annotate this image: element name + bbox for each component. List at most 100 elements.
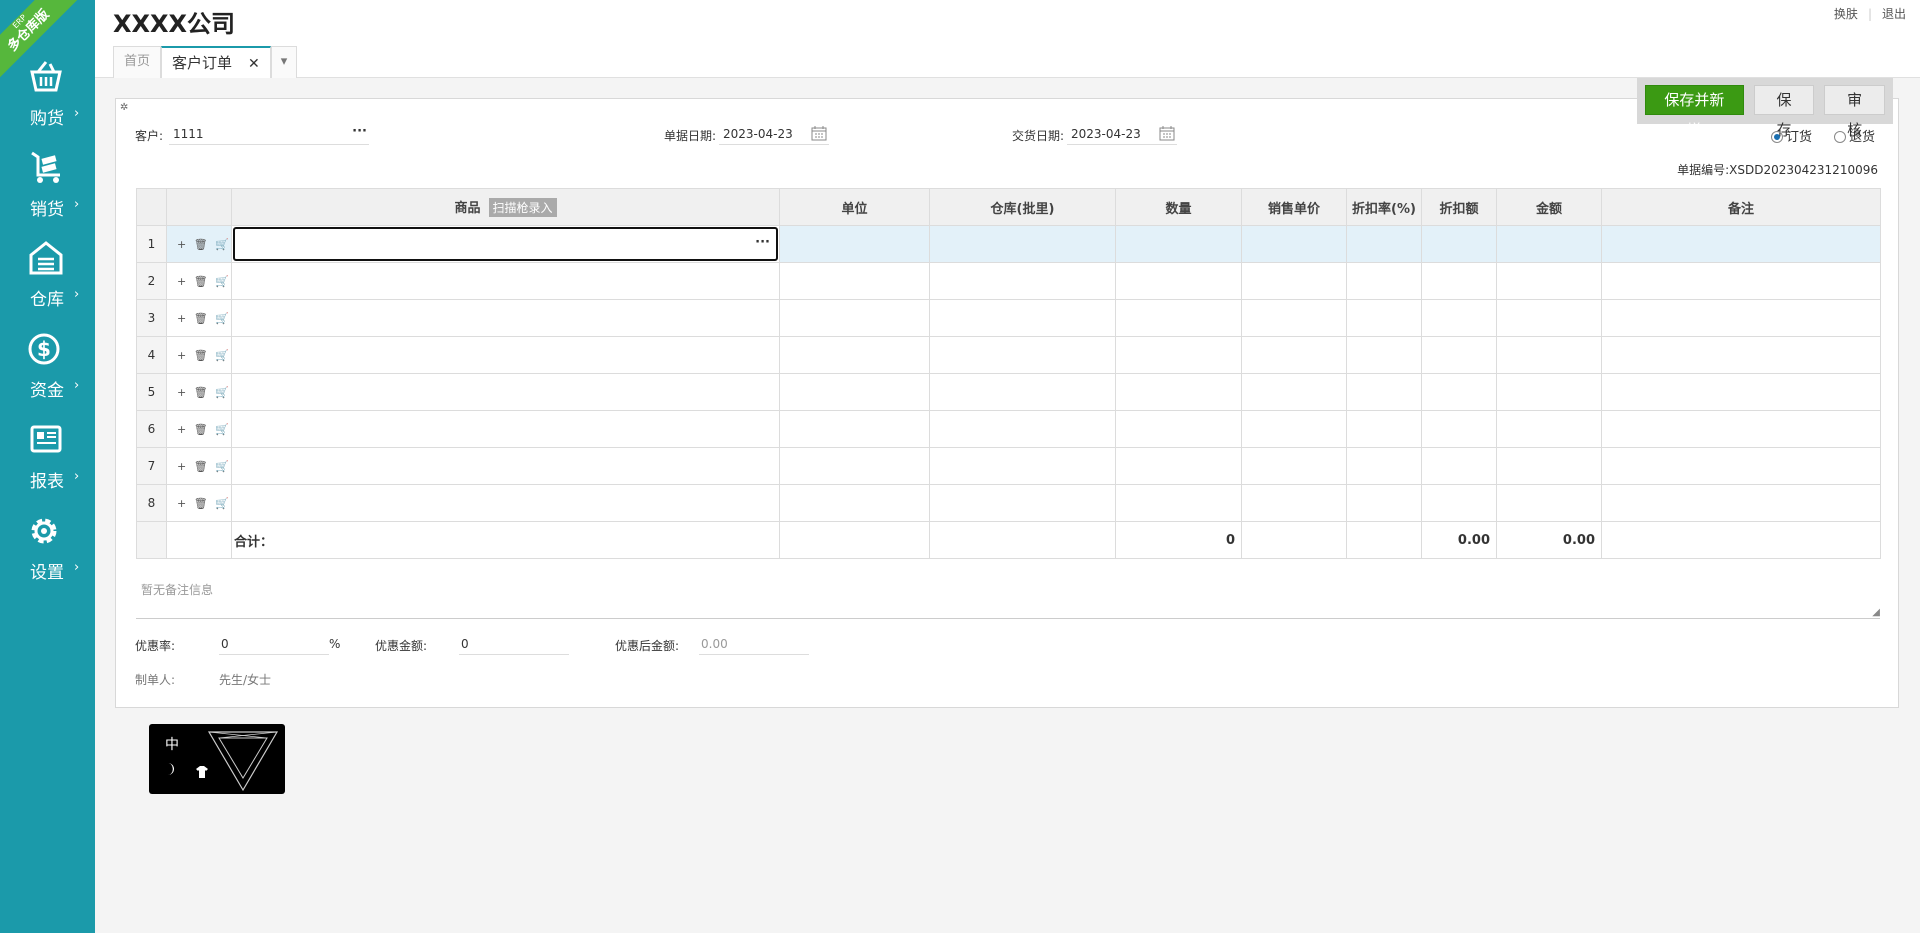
- row-actions[interactable]: + 🗑 🛒: [166, 336, 232, 374]
- table-row[interactable]: 3 + 🗑 🛒: [136, 299, 1881, 337]
- table-cell[interactable]: [1241, 299, 1347, 337]
- table-cell[interactable]: [1115, 484, 1242, 522]
- table-row[interactable]: 5 + 🗑 🛒: [136, 373, 1881, 411]
- table-cell[interactable]: [1115, 262, 1242, 300]
- radio-order[interactable]: 订货: [1771, 126, 1812, 145]
- product-cell-editor[interactable]: ···: [231, 225, 780, 263]
- table-cell[interactable]: [929, 484, 1116, 522]
- table-cell[interactable]: [929, 299, 1116, 337]
- column-header-warehouse[interactable]: 仓库(批里): [929, 188, 1116, 226]
- column-header-unit-price[interactable]: 销售单价: [1241, 188, 1347, 226]
- bill-date-field[interactable]: 2023-04-23: [719, 125, 829, 145]
- table-cell[interactable]: [1496, 447, 1602, 485]
- table-cell[interactable]: [1496, 225, 1602, 263]
- table-cell[interactable]: [1241, 484, 1347, 522]
- table-cell[interactable]: [1496, 262, 1602, 300]
- table-cell[interactable]: [929, 373, 1116, 411]
- sidebar-item-settings[interactable]: 设置 ›: [0, 514, 95, 594]
- tab-customer-order[interactable]: 客户订单 ✕: [161, 46, 271, 78]
- table-cell[interactable]: [1241, 447, 1347, 485]
- table-row[interactable]: 6 + 🗑 🛒: [136, 410, 1881, 448]
- table-cell[interactable]: [1346, 225, 1422, 263]
- table-cell[interactable]: [1601, 447, 1881, 485]
- sidebar-item-sales[interactable]: 销货 ›: [0, 151, 95, 231]
- table-cell[interactable]: [779, 373, 930, 411]
- column-header-discount-amount[interactable]: 折扣额: [1421, 188, 1497, 226]
- row-actions[interactable]: + 🗑 🛒: [166, 262, 232, 300]
- table-row[interactable]: 4 + 🗑 🛒: [136, 336, 1881, 374]
- table-cell[interactable]: [1346, 484, 1422, 522]
- save-and-new-button[interactable]: 保存并新增: [1645, 85, 1744, 139]
- table-cell[interactable]: [1241, 336, 1347, 374]
- table-cell[interactable]: [1346, 336, 1422, 374]
- table-cell[interactable]: [231, 262, 780, 300]
- column-header-discount-rate[interactable]: 折扣率(%): [1346, 188, 1422, 226]
- row-actions[interactable]: + 🗑 🛒: [166, 484, 232, 522]
- table-cell[interactable]: [1115, 447, 1242, 485]
- table-cell[interactable]: [1421, 225, 1497, 263]
- table-cell[interactable]: [1346, 262, 1422, 300]
- table-cell[interactable]: [779, 262, 930, 300]
- more-options-icon[interactable]: ···: [352, 123, 367, 141]
- discount-rate-input[interactable]: 0: [219, 635, 329, 655]
- table-row[interactable]: 7 + 🗑 🛒: [136, 447, 1881, 485]
- radio-return[interactable]: 退货: [1834, 126, 1875, 145]
- table-cell[interactable]: [1241, 225, 1347, 263]
- table-cell[interactable]: [1496, 336, 1602, 374]
- table-cell[interactable]: [1496, 373, 1602, 411]
- table-cell[interactable]: [1601, 262, 1881, 300]
- floating-input-widget[interactable]: 中: [149, 724, 285, 794]
- sidebar-item-reports[interactable]: 报表 ›: [0, 423, 95, 503]
- table-cell[interactable]: [231, 373, 780, 411]
- customer-field[interactable]: 1111 ···: [169, 123, 369, 145]
- row-actions[interactable]: + 🗑 🛒: [166, 225, 232, 263]
- table-cell[interactable]: [1241, 373, 1347, 411]
- table-cell[interactable]: [1241, 410, 1347, 448]
- table-cell[interactable]: [1346, 299, 1422, 337]
- sidebar-item-purchase[interactable]: 购货 ›: [0, 60, 95, 140]
- table-cell[interactable]: [779, 447, 930, 485]
- sidebar-item-funds[interactable]: $ 资金 ›: [0, 332, 95, 412]
- table-cell[interactable]: [1115, 225, 1242, 263]
- remark-textarea[interactable]: 暂无备注信息 ◢: [136, 579, 1880, 619]
- table-cell[interactable]: [929, 262, 1116, 300]
- table-cell[interactable]: [1421, 299, 1497, 337]
- table-cell[interactable]: [929, 410, 1116, 448]
- table-cell[interactable]: [1115, 336, 1242, 374]
- table-cell[interactable]: [779, 225, 930, 263]
- product-input[interactable]: ···: [233, 227, 778, 261]
- table-cell[interactable]: [779, 484, 930, 522]
- column-header-remark[interactable]: 备注: [1601, 188, 1881, 226]
- table-cell[interactable]: [231, 336, 780, 374]
- tab-dropdown[interactable]: ▾: [270, 46, 298, 78]
- table-cell[interactable]: [779, 410, 930, 448]
- switch-skin-link[interactable]: 换肤: [1834, 7, 1858, 21]
- row-actions[interactable]: + 🗑 🛒: [166, 373, 232, 411]
- table-cell[interactable]: [1421, 262, 1497, 300]
- table-cell[interactable]: [1421, 373, 1497, 411]
- scan-entry-badge[interactable]: 扫描枪录入: [488, 198, 557, 217]
- table-cell[interactable]: [779, 299, 930, 337]
- table-cell[interactable]: [1346, 410, 1422, 448]
- table-cell[interactable]: [1421, 410, 1497, 448]
- table-row[interactable]: 1 + 🗑 🛒 ···: [136, 225, 1881, 263]
- table-cell[interactable]: [1601, 373, 1881, 411]
- save-button[interactable]: 保存: [1753, 85, 1815, 139]
- table-cell[interactable]: [1601, 299, 1881, 337]
- table-cell[interactable]: [929, 225, 1116, 263]
- settings-small-icon[interactable]: ✲: [120, 102, 128, 113]
- audit-button[interactable]: 审核: [1824, 85, 1885, 139]
- table-cell[interactable]: [1241, 262, 1347, 300]
- calendar-icon[interactable]: [811, 125, 827, 141]
- row-actions[interactable]: + 🗑 🛒: [166, 299, 232, 337]
- delivery-date-field[interactable]: 2023-04-23: [1067, 125, 1177, 145]
- table-cell[interactable]: [1421, 447, 1497, 485]
- table-cell[interactable]: [1115, 299, 1242, 337]
- table-cell[interactable]: [1421, 484, 1497, 522]
- table-cell[interactable]: [1346, 447, 1422, 485]
- table-cell[interactable]: [1346, 373, 1422, 411]
- logout-link[interactable]: 退出: [1882, 7, 1906, 21]
- table-cell[interactable]: [231, 299, 780, 337]
- row-actions[interactable]: + 🗑 🛒: [166, 447, 232, 485]
- table-cell[interactable]: [231, 447, 780, 485]
